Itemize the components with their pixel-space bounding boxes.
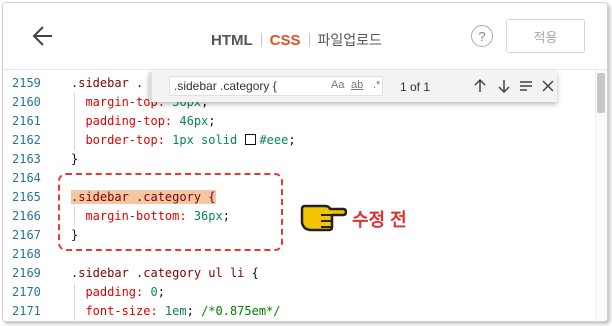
back-arrow-icon[interactable] — [25, 21, 55, 51]
line-number: 2164 — [12, 171, 41, 185]
pointing-hand-icon — [300, 204, 347, 232]
previous-match-icon[interactable] — [470, 76, 490, 96]
line-number: 2162 — [12, 133, 41, 147]
scrollbar-thumb[interactable] — [597, 73, 605, 113]
code-text: padding: 0; — [71, 283, 165, 302]
code-token: font-size: — [71, 304, 165, 318]
highlight-box — [58, 173, 283, 251]
match-count: 1 of 1 — [400, 80, 431, 94]
tab-file-upload[interactable]: 파일업로드 — [318, 30, 382, 50]
code-token: } — [71, 152, 79, 166]
callout-label: 수정 전 — [352, 210, 407, 230]
editor-tabs: HTML CSS 파일업로드 — [211, 30, 382, 50]
line-number: 2170 — [12, 285, 41, 299]
code-text: .sidebar . — [71, 74, 143, 93]
line-number: 2160 — [12, 95, 41, 109]
code-token: 46px — [179, 114, 209, 128]
code-token: padding: — [71, 285, 151, 299]
tab-html[interactable]: HTML — [211, 32, 253, 49]
editor-window: HTML CSS 파일업로드 ? 적용 2159 .sidebar . 2160 m… — [2, 2, 608, 322]
code-token: /*0.875em*/ — [201, 304, 281, 318]
code-token: ; — [186, 304, 202, 318]
code-token: .sidebar .category ul li — [71, 266, 252, 280]
tab-divider — [308, 33, 310, 47]
tab-css[interactable]: CSS — [270, 32, 301, 49]
code-token: { — [251, 266, 259, 280]
code-text: .sidebar .category ul li { — [71, 264, 259, 283]
color-swatch[interactable] — [245, 134, 257, 145]
apply-button[interactable]: 적용 — [506, 19, 585, 53]
top-bar: HTML CSS 파일업로드 ? 적용 — [3, 3, 607, 70]
code-text: } — [71, 150, 78, 169]
line-number: 2167 — [12, 228, 41, 242]
code-token: #eee — [259, 133, 289, 147]
code-line[interactable]: 2162 border-top: 1px solid #eee; — [3, 131, 593, 150]
code-token: ; — [208, 114, 216, 128]
tab-divider — [260, 33, 262, 47]
regex-toggle[interactable]: .* — [373, 79, 380, 91]
code-text: border-top: 1px solid #eee; — [71, 131, 296, 150]
line-number: 2159 — [12, 76, 41, 90]
code-line[interactable]: 2163} — [3, 150, 593, 169]
code-line[interactable]: 2169 .sidebar .category ul li { — [3, 264, 593, 283]
help-button[interactable]: ? — [471, 25, 493, 47]
line-number: 2165 — [12, 190, 41, 204]
line-number: 2169 — [12, 266, 41, 280]
code-text: padding-top: 46px; — [71, 112, 216, 131]
line-number: 2163 — [12, 152, 41, 166]
code-token: border-top: — [71, 133, 173, 147]
code-line[interactable]: 2170 padding: 0; — [3, 283, 593, 302]
close-icon[interactable] — [538, 76, 558, 96]
code-token: .sidebar . — [71, 76, 144, 90]
next-match-icon[interactable] — [494, 76, 514, 96]
code-line[interactable]: 2161 padding-top: 46px; — [3, 112, 593, 131]
line-number: 2166 — [12, 209, 41, 223]
indent-guide — [74, 283, 75, 321]
code-token: ; — [288, 133, 296, 147]
line-number: 2171 — [12, 304, 41, 318]
code-line[interactable]: 2171 font-size: 1em; /*0.875em*/ — [3, 302, 593, 321]
code-text: font-size: 1em; /*0.875em*/ — [71, 302, 281, 321]
line-number: 2161 — [12, 114, 41, 128]
code-token: 0 — [150, 285, 158, 299]
find-in-selection-icon[interactable] — [516, 76, 536, 96]
code-token: 1px solid — [172, 133, 245, 147]
code-token: padding-top: — [71, 114, 180, 128]
code-token: ; — [157, 285, 165, 299]
find-widget: .sidebar .category { Aa ab .* 1 of 1 — [149, 72, 557, 102]
whole-word-toggle[interactable]: ab — [351, 79, 363, 91]
match-case-toggle[interactable]: Aa — [331, 79, 344, 91]
line-number: 2168 — [12, 247, 41, 261]
code-token: 1em — [164, 304, 187, 318]
indent-guide — [74, 93, 75, 150]
